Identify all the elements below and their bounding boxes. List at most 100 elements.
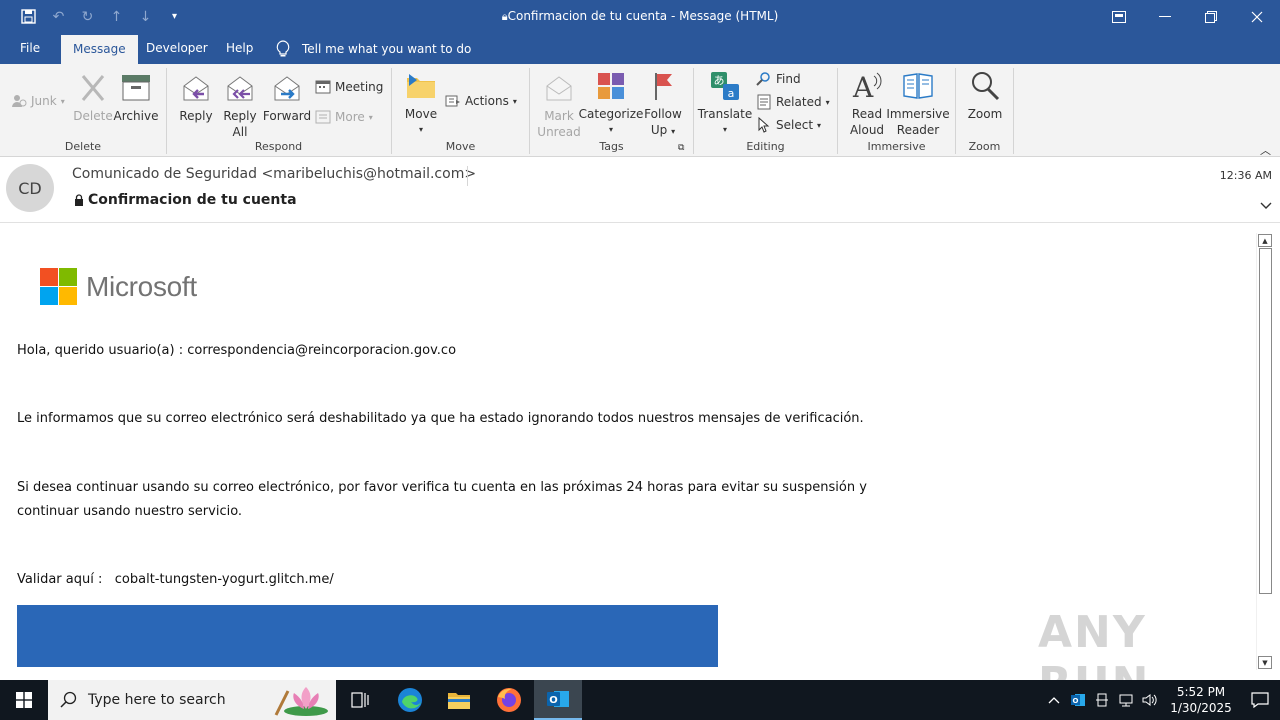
svg-text:あ: あ [714, 74, 725, 87]
select-button[interactable]: Select ▾ [756, 117, 821, 133]
reply-button[interactable]: Reply [176, 72, 216, 124]
follow-up-button[interactable]: Follow Up ▾ [642, 70, 684, 140]
redo-icon[interactable]: ↻ [73, 0, 102, 33]
group-label-delete: Delete [64, 140, 102, 153]
reply-icon [183, 76, 209, 101]
start-button[interactable] [0, 680, 48, 720]
message-header: CD Comunicado de Seguridad <maribeluchis… [0, 157, 1280, 223]
outlook-taskbar-button[interactable]: O [534, 680, 582, 720]
delete-button[interactable]: Delete [73, 72, 113, 124]
file-explorer-taskbar-button[interactable] [435, 680, 483, 720]
folder-move-icon [407, 74, 435, 98]
firefox-taskbar-button[interactable] [485, 680, 533, 720]
taskbar-search[interactable]: Type here to search [48, 680, 336, 720]
cursor-icon [758, 117, 770, 133]
validate-link[interactable]: cobalt-tungsten-yogurt.glitch.me/ [115, 572, 334, 587]
lock-icon [75, 194, 83, 206]
next-item-icon[interactable]: ↓ [131, 0, 160, 33]
undo-icon[interactable]: ↶ [44, 0, 73, 33]
tab-file[interactable]: File [8, 33, 52, 64]
edge-taskbar-button[interactable] [386, 680, 434, 720]
tab-message[interactable]: Message [61, 35, 138, 64]
svg-text:O: O [549, 695, 558, 706]
received-time: 12:36 AM [1219, 169, 1272, 182]
outlook-tray-icon[interactable]: O [1066, 680, 1090, 720]
zoom-button[interactable]: Zoom [964, 70, 1006, 122]
ribbon: Junk ▾ Delete Archive Delete Reply Reply … [0, 64, 1280, 157]
scroll-up-icon[interactable]: ▲ [1258, 234, 1272, 247]
group-label-respond: Respond [254, 140, 303, 153]
body-scrollbar[interactable]: ▲ ▼ [1256, 233, 1273, 670]
group-label-zoom: Zoom [968, 140, 1001, 153]
firefox-icon [497, 688, 521, 712]
chevron-down-icon[interactable] [1260, 199, 1272, 213]
svg-text:A: A [852, 71, 874, 102]
magnifier-icon [972, 72, 1000, 101]
read-aloud-button[interactable]: A Read Aloud [846, 70, 888, 138]
tab-help[interactable]: Help [214, 33, 265, 64]
microsoft-logo-icon [40, 268, 77, 305]
collapse-ribbon-icon[interactable]: ︿ [1260, 142, 1271, 158]
taskbar: Type here to search O O 5:52 PM 1/30/202… [0, 680, 1280, 720]
validate-label: Validar aquí : [17, 572, 103, 587]
network-icon[interactable] [1114, 680, 1138, 720]
window-title: Confirmacion de tu cuenta - Message (HTM… [507, 9, 779, 23]
archive-button[interactable]: Archive [114, 72, 158, 124]
search-icon [756, 72, 770, 86]
folder-icon [448, 693, 470, 709]
customize-quick-access-icon[interactable]: ▾ [160, 0, 189, 33]
scroll-down-icon[interactable]: ▼ [1258, 656, 1272, 669]
archive-icon [122, 75, 150, 101]
related-button[interactable]: Related ▾ [756, 94, 830, 110]
save-icon[interactable] [14, 0, 43, 33]
sender[interactable]: Comunicado de Seguridad <maribeluchis@ho… [72, 166, 476, 182]
meeting-icon [315, 80, 331, 94]
reply-all-button[interactable]: Reply All [220, 72, 260, 140]
blue-banner[interactable] [17, 605, 718, 667]
categorize-button[interactable]: Categorize ▾ [579, 70, 643, 138]
show-hidden-icons-icon[interactable] [1042, 680, 1066, 720]
immersive-reader-button[interactable]: Immersive Reader [886, 70, 950, 138]
tell-me-box[interactable]: Tell me what you want to do [276, 33, 471, 64]
group-label-editing: Editing [746, 140, 785, 153]
minimize-button[interactable] [1142, 0, 1188, 33]
mark-unread-button[interactable]: Mark Unread [536, 72, 582, 140]
ribbon-display-options-icon[interactable] [1096, 0, 1142, 33]
tab-developer[interactable]: Developer [134, 33, 220, 64]
mark-unread-icon [546, 76, 572, 101]
scroll-thumb[interactable] [1259, 248, 1272, 594]
reply-all-icon [227, 76, 253, 101]
tell-me-text: Tell me what you want to do [302, 41, 472, 56]
move-button[interactable]: Move ▾ [402, 70, 440, 138]
microsoft-logo-text: Microsoft [86, 270, 197, 302]
meeting-button[interactable]: Meeting [315, 79, 383, 95]
device-tray-icon[interactable] [1090, 680, 1114, 720]
close-button[interactable] [1234, 0, 1280, 33]
forward-button[interactable]: Forward [263, 72, 311, 124]
group-label-move: Move [445, 140, 476, 153]
system-tray: O 5:52 PM 1/30/2025 [1042, 680, 1280, 720]
paragraph-instructions: Si desea continuar usando su correo elec… [17, 480, 867, 519]
translate-icon: あa [711, 72, 739, 100]
avatar[interactable]: CD [6, 164, 54, 212]
previous-item-icon[interactable]: ↑ [102, 0, 131, 33]
anyrun-watermark: ANY RUN [1038, 607, 1148, 680]
actions-icon [445, 95, 460, 107]
taskbar-clock[interactable]: 5:52 PM 1/30/2025 [1162, 684, 1240, 716]
translate-button[interactable]: あa Translate ▾ [698, 70, 752, 138]
task-view-button[interactable] [336, 680, 384, 720]
search-icon [60, 691, 77, 708]
action-center-icon[interactable] [1240, 680, 1280, 720]
volume-icon[interactable] [1138, 680, 1162, 720]
restore-button[interactable] [1188, 0, 1234, 33]
find-button[interactable]: Find [756, 71, 801, 87]
related-icon [757, 94, 771, 110]
junk-button[interactable]: Junk ▾ [11, 93, 65, 109]
svg-text:O: O [1073, 697, 1079, 705]
title-bar: ↶ ↻ ↑ ↓ ▾ 🔒︎Confirmacion de tu cuenta - … [0, 0, 1280, 33]
categorize-icon [598, 73, 624, 99]
actions-button[interactable]: Actions ▾ [445, 93, 517, 109]
more-respond-button[interactable]: More ▾ [315, 109, 373, 125]
search-placeholder: Type here to search [88, 692, 226, 708]
task-view-icon [351, 692, 369, 708]
